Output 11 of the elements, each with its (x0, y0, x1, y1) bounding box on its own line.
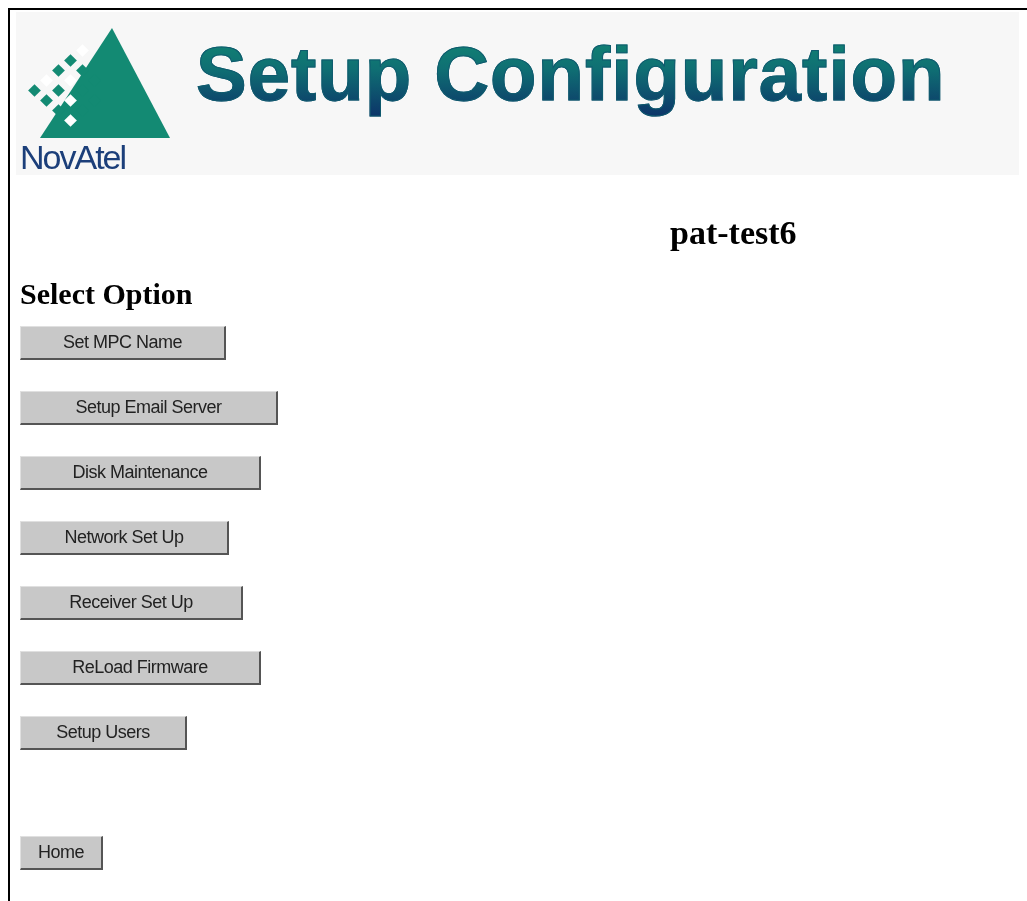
section-title: Select Option (20, 275, 194, 312)
option-button[interactable]: Receiver Set Up (20, 585, 243, 620)
option-button[interactable]: Setup Email Server (20, 390, 278, 425)
host-name: pat-test6 (669, 213, 798, 253)
logo-text: NovAtel (20, 140, 126, 174)
option-button[interactable]: Disk Maintenance (20, 455, 261, 490)
option-button[interactable]: ReLoad Firmware (20, 650, 261, 685)
option-button[interactable]: Network Set Up (20, 520, 229, 555)
option-button[interactable]: Set MPC Name (20, 325, 226, 360)
option-button[interactable]: Setup Users (20, 715, 187, 750)
home-button[interactable]: Home (20, 835, 103, 870)
